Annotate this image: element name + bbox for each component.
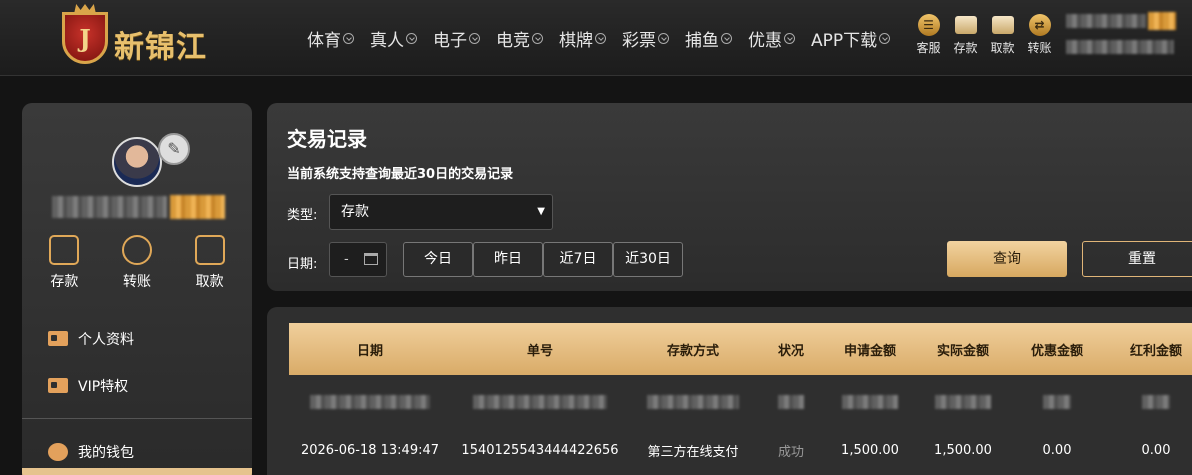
redacted-cell <box>310 395 430 409</box>
transaction-table: 日期 单号 存款方式 状况 申请金额 实际金额 优惠金额 红利金额 2026-0… <box>267 307 1192 475</box>
cell-discount: 0.00 <box>1042 442 1072 458</box>
transfer-icon <box>121 235 152 265</box>
column-header-order-no: 单号 <box>526 343 553 359</box>
nav-item-app-download[interactable]: APP下载 <box>811 26 891 51</box>
type-label: 类型: <box>287 208 318 223</box>
chevron-down-icon <box>784 33 795 44</box>
table-row[interactable]: 2026-06-18 13:49:47 1540125543444422656 … <box>289 425 1192 475</box>
nav-item-live[interactable]: 真人 <box>370 26 417 51</box>
profile-card-icon <box>48 331 68 346</box>
wallet-actions: 存款 转账 取款 <box>22 235 252 291</box>
wallet-icon <box>49 235 80 265</box>
transfer-icon: ⇄ <box>1028 14 1051 36</box>
range-30-days-button[interactable]: 近30日 <box>613 242 683 277</box>
redacted-username <box>52 196 167 218</box>
column-header-bonus: 红利金额 <box>1129 343 1182 359</box>
type-select[interactable]: 存款 ▼ <box>329 194 553 230</box>
range-7-days-button[interactable]: 近7日 <box>543 242 613 277</box>
nav-item-slots[interactable]: 电子 <box>433 26 480 51</box>
avatar <box>112 137 162 187</box>
date-range-input[interactable]: - <box>329 242 387 277</box>
nav-item-sports[interactable]: 体育 <box>307 26 354 51</box>
vip-card-icon <box>48 378 68 393</box>
range-yesterday-button[interactable]: 昨日 <box>473 242 543 277</box>
site-logo[interactable]: J 新锦江 <box>62 4 232 68</box>
cell-order-no: 1540125543444422656 <box>461 442 619 458</box>
column-header-actual: 实际金额 <box>936 343 989 359</box>
column-header-method: 存款方式 <box>666 343 719 359</box>
cell-requested: 1,500.00 <box>841 442 899 458</box>
range-today-button[interactable]: 今日 <box>403 242 473 277</box>
cell-actual: 1,500.00 <box>934 442 992 458</box>
edit-icon[interactable]: ✎ <box>158 133 190 165</box>
quick-transfer-button[interactable]: ⇄ 转账 <box>1021 14 1058 56</box>
column-header-date: 日期 <box>356 343 383 359</box>
card-icon <box>991 16 1014 34</box>
redacted-cell <box>778 395 804 409</box>
sidebar-transfer-button[interactable]: 转账 <box>107 235 167 291</box>
caret-down-icon: ▼ <box>537 206 545 217</box>
chevron-down-icon <box>595 33 606 44</box>
nav-item-promotions[interactable]: 优惠 <box>748 26 795 51</box>
transaction-filter-panel: 交易记录 当前系统支持查询最近30日的交易记录 类型: 存款 ▼ 日期: - 今… <box>267 103 1192 291</box>
nav-item-esports[interactable]: 电竞 <box>496 26 543 51</box>
chevron-down-icon <box>721 33 732 44</box>
piggy-bank-icon <box>48 442 68 461</box>
redacted-level <box>1148 12 1176 30</box>
redacted-balance <box>1066 40 1174 54</box>
chevron-down-icon <box>879 33 891 44</box>
quick-deposit-button[interactable]: 存款 <box>947 14 984 56</box>
nav-item-fishing[interactable]: 捕鱼 <box>685 26 732 51</box>
reset-button[interactable]: 重置 <box>1082 241 1192 277</box>
nav-item-lottery[interactable]: 彩票 <box>622 26 669 51</box>
cell-status: 成功 <box>777 444 804 460</box>
page-title: 交易记录 <box>287 127 367 151</box>
account-sidebar: ✎ 存款 转账 取款 个人资料 VIP特权 我的钱包 <box>22 103 252 475</box>
column-header-discount: 优惠金额 <box>1030 343 1083 359</box>
redacted-vip-level <box>170 195 225 219</box>
chevron-down-icon <box>658 33 669 44</box>
query-note: 当前系统支持查询最近30日的交易记录 <box>287 167 514 182</box>
redacted-cell <box>842 395 898 409</box>
date-label: 日期: <box>287 257 318 272</box>
column-header-requested: 申请金额 <box>843 343 896 359</box>
main-nav: 体育 真人 电子 电竞 棋牌 彩票 捕鱼 优惠 APP下载 <box>307 26 906 51</box>
sidebar-item-vip[interactable]: VIP特权 <box>22 362 252 409</box>
redacted-cell <box>473 395 607 409</box>
chevron-down-icon <box>532 33 543 44</box>
service-icon: ☰ <box>917 14 940 36</box>
redacted-cell <box>935 395 991 409</box>
nav-item-cards[interactable]: 棋牌 <box>559 26 606 51</box>
redacted-username <box>1066 14 1146 28</box>
cell-date: 2026-06-18 13:49:47 <box>300 442 440 458</box>
redacted-cell <box>1043 395 1071 409</box>
chevron-down-icon <box>406 33 417 44</box>
chevron-down-icon <box>469 33 480 44</box>
cell-bonus: 0.00 <box>1141 442 1171 458</box>
wallet-icon <box>954 16 977 34</box>
chevron-down-icon <box>343 33 354 44</box>
table-header: 日期 单号 存款方式 状况 申请金额 实际金额 优惠金额 红利金额 <box>289 323 1192 375</box>
redacted-cell <box>1142 395 1170 409</box>
quick-withdraw-button[interactable]: 取款 <box>984 14 1021 56</box>
sidebar-withdraw-button[interactable]: 取款 <box>180 235 240 291</box>
query-button[interactable]: 查询 <box>947 241 1067 277</box>
user-info-redacted[interactable] <box>1066 12 1176 62</box>
cell-method: 第三方在线支付 <box>647 444 739 460</box>
column-header-status: 状况 <box>777 343 804 359</box>
table-row-redacted <box>289 377 1192 427</box>
sidebar-item-active[interactable] <box>22 468 252 475</box>
redacted-cell <box>647 395 739 409</box>
quick-actions: ☰ 客服 存款 取款 ⇄ 转账 <box>910 14 1058 56</box>
sidebar-deposit-button[interactable]: 存款 <box>34 235 94 291</box>
top-navbar: J 新锦江 体育 真人 电子 电竞 棋牌 彩票 捕鱼 优惠 APP下载 ☰ 客服… <box>0 0 1192 76</box>
sidebar-divider <box>22 418 252 419</box>
logo-text: 新锦江 <box>114 30 207 65</box>
logo-badge: J <box>62 12 108 64</box>
calendar-icon <box>364 253 378 265</box>
quick-service-button[interactable]: ☰ 客服 <box>910 14 947 56</box>
card-icon <box>194 235 225 265</box>
sidebar-item-profile[interactable]: 个人资料 <box>22 315 252 362</box>
sidebar-menu: 个人资料 VIP特权 我的钱包 <box>22 315 252 475</box>
